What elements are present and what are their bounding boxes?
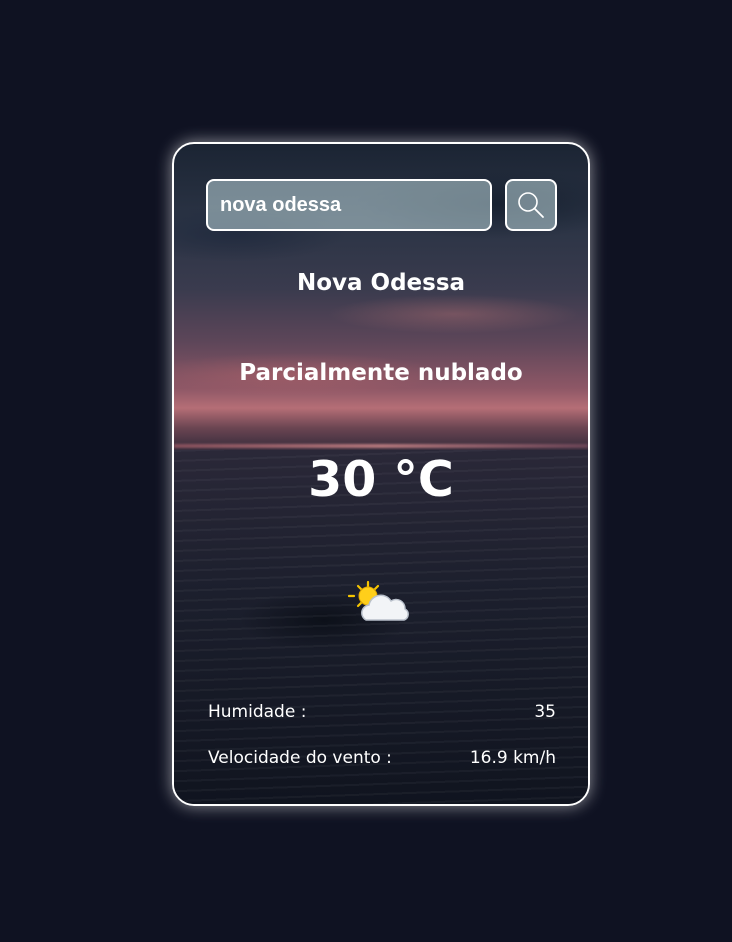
humidity-value: 35 [534, 702, 556, 722]
search-icon [518, 192, 544, 218]
weather-card: Nova Odessa Parcialmente nublado 30 °C H… [172, 142, 590, 806]
wind-value: 16.9 km/h [469, 748, 556, 768]
temperature: 30 °C [308, 451, 454, 508]
partly-cloudy-icon [348, 580, 409, 621]
humidity-row: Humidade : 35 [208, 702, 556, 722]
search-button[interactable] [505, 179, 557, 231]
humidity-label: Humidade : [208, 702, 307, 722]
wind-row: Velocidade do vento : 16.9 km/h [208, 748, 556, 768]
wind-label: Velocidade do vento : [208, 748, 392, 768]
search-input[interactable] [206, 179, 492, 231]
weather-condition: Parcialmente nublado [239, 360, 523, 386]
city-name: Nova Odessa [296, 270, 466, 296]
background-horizon [174, 444, 588, 448]
